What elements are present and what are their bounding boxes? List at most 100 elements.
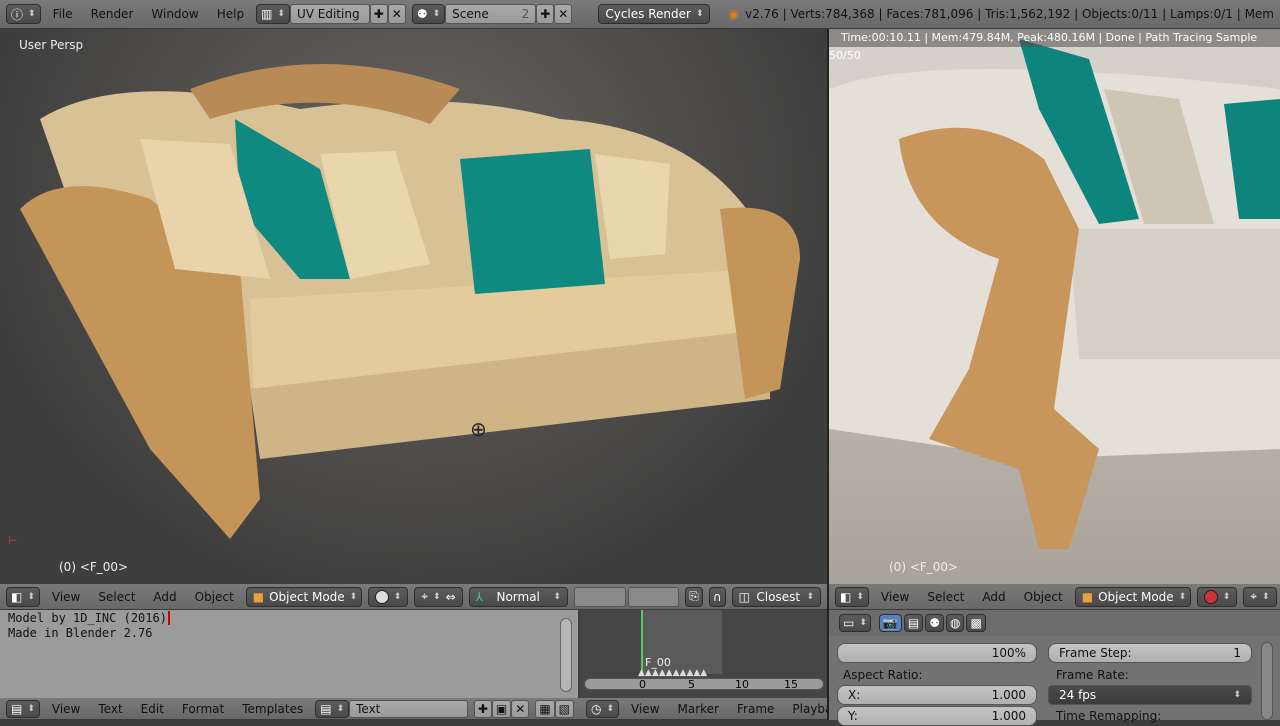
- object-mode-icon: ■: [1081, 589, 1094, 604]
- text-datablock-field[interactable]: Text: [349, 699, 468, 718]
- shading-select-right[interactable]: ⬍: [1196, 586, 1238, 607]
- aspect-x-field[interactable]: X: 1.000: [837, 685, 1037, 705]
- frame-rate-label: Frame Rate:: [1056, 668, 1129, 682]
- word-wrap-toggle[interactable]: ▧: [554, 699, 574, 718]
- timeline[interactable]: F_00 ▲▲▲▲▲▲▲▲▲▲ 0 5 10 15: [580, 610, 827, 698]
- frame-rate-select[interactable]: 24 fps ⬍: [1048, 685, 1252, 705]
- tab-render-layers[interactable]: ▤: [903, 614, 924, 632]
- viewport-header-left: ◧ ⬍ View Select Add Object ■ Object Mode ⬍ …: [0, 584, 827, 610]
- layers-grid[interactable]: [573, 586, 626, 607]
- menu-object[interactable]: Object: [189, 590, 240, 604]
- top-info-header: ⓘ ⬍ File Render Window Help ▥ ⬍ UV Editing…: [0, 0, 1280, 29]
- menu-view-timeline[interactable]: View: [625, 702, 665, 716]
- screen-layout-icon[interactable]: ▥ ⬍: [256, 4, 290, 24]
- text-datablock-icon[interactable]: ▤ ⬍: [315, 699, 350, 718]
- rendered-shading-icon: [1203, 589, 1218, 604]
- shading-select[interactable]: ⬍: [367, 586, 409, 607]
- tab-texture[interactable]: ▩: [966, 614, 986, 632]
- render-engine-select[interactable]: Cycles Render ⬍: [598, 4, 711, 24]
- menu-format[interactable]: Format: [176, 702, 230, 716]
- scene-field[interactable]: Scene 2: [445, 4, 537, 24]
- editor-type-timeline-button[interactable]: ◷ ⬍: [586, 699, 620, 718]
- layers-grid-2[interactable]: [627, 586, 680, 607]
- editor-type-3d-button[interactable]: ◧ ⬍: [6, 586, 40, 607]
- manipulator-icon[interactable]: ⇔: [446, 590, 456, 604]
- editor-type-button[interactable]: ⓘ ⬍: [6, 4, 41, 24]
- menu-text[interactable]: Text: [92, 702, 128, 716]
- properties-scrollbar[interactable]: [1261, 642, 1273, 720]
- resolution-percentage-field[interactable]: 100%: [837, 643, 1037, 663]
- pivot-select[interactable]: ⌖ ⬍ ⇔: [414, 586, 463, 607]
- text-line-2: Made in Blender 2.76: [8, 626, 153, 640]
- menu-select-right[interactable]: Select: [921, 590, 970, 604]
- text-line-1: Model by 1D_INC (2016): [8, 611, 570, 626]
- object-mode-icon: ■: [252, 589, 265, 604]
- scene-icon[interactable]: ⚉ ⬍: [411, 4, 446, 24]
- add-scene-button[interactable]: ✚: [536, 4, 555, 24]
- time-remapping-label: Time Remapping:: [1056, 709, 1162, 723]
- frame-label-right: (0) <F_00>: [889, 560, 959, 574]
- menu-render[interactable]: Render: [85, 7, 140, 21]
- menu-object-right[interactable]: Object: [1018, 590, 1069, 604]
- snap-label: Closest: [756, 589, 801, 604]
- unlink-text-button[interactable]: ✕: [511, 699, 530, 718]
- add-screen-button[interactable]: ✚: [369, 4, 388, 24]
- aspect-y-field[interactable]: Y: 1.000: [837, 706, 1037, 726]
- delete-screen-button[interactable]: ✕: [387, 4, 406, 24]
- 3d-viewport-left[interactable]: User Persp ⊕ ⊢ (0) <F_00>: [0, 29, 827, 584]
- mode-select[interactable]: ■ Object Mode ⬍: [245, 586, 362, 607]
- open-text-button[interactable]: ▣: [491, 699, 512, 718]
- delete-scene-button[interactable]: ✕: [554, 4, 573, 24]
- aspect-ratio-label: Aspect Ratio:: [843, 668, 923, 682]
- lock-layers-button[interactable]: ⎘: [685, 586, 703, 607]
- tab-scene[interactable]: ⚉: [925, 614, 944, 632]
- current-frame-line[interactable]: [641, 610, 643, 676]
- solid-shading-icon: [374, 589, 389, 604]
- scene-users: 2: [521, 7, 530, 21]
- menu-view[interactable]: View: [46, 590, 86, 604]
- properties-editor-type[interactable]: ▭ ⬍: [839, 614, 871, 632]
- timeline-header: ◷⬍ View Marker Frame Playback: [580, 698, 827, 720]
- line-numbers-toggle[interactable]: ▦: [535, 699, 555, 718]
- menu-add-right[interactable]: Add: [976, 590, 1011, 604]
- menu-frame[interactable]: Frame: [731, 702, 780, 716]
- menu-view-text[interactable]: View: [46, 702, 86, 716]
- menu-marker[interactable]: Marker: [672, 702, 725, 716]
- tab-world[interactable]: ◍: [945, 614, 965, 632]
- editor-type-3d-button-right[interactable]: ◧ ⬍: [835, 586, 869, 607]
- menu-edit[interactable]: Edit: [135, 702, 170, 716]
- menu-playback[interactable]: Playback: [786, 702, 827, 716]
- frame-step-field[interactable]: Frame Step: 1: [1048, 643, 1252, 663]
- menu-help[interactable]: Help: [211, 7, 250, 21]
- viewport-header-right: ◧ ⬍ View Select Add Object ■ Object Mode ⬍ …: [829, 584, 1280, 610]
- menu-file[interactable]: File: [47, 7, 79, 21]
- text-editor[interactable]: Model by 1D_INC (2016) Made in Blender 2…: [0, 610, 578, 698]
- keyframes: ▲▲▲▲▲▲▲▲▲▲: [638, 668, 708, 678]
- menu-select[interactable]: Select: [92, 590, 141, 604]
- snap-toggle[interactable]: ∩: [708, 586, 726, 607]
- menu-view-right[interactable]: View: [875, 590, 915, 604]
- menu-window[interactable]: Window: [145, 7, 204, 21]
- snap-element-icon: ◫: [738, 589, 750, 604]
- snap-target-select[interactable]: ◫ Closest ⬍: [731, 586, 821, 607]
- tab-render[interactable]: 📷: [878, 614, 902, 632]
- menu-add[interactable]: Add: [147, 590, 182, 604]
- frame-label: (0) <F_00>: [59, 560, 129, 574]
- pivot-icon: ⌖: [421, 589, 429, 603]
- new-text-button[interactable]: ✚: [473, 699, 492, 718]
- pivot-select-right[interactable]: ⌖ ⬍: [1243, 586, 1277, 607]
- mode-select-right[interactable]: ■ Object Mode ⬍: [1074, 586, 1191, 607]
- tick-10: 10: [735, 678, 749, 691]
- text-editor-header: ▤ ⬍ View Text Edit Format Templates ▤ ⬍ Te…: [0, 698, 580, 720]
- text-cursor: [167, 611, 170, 625]
- orientation-select[interactable]: ⅄ Normal ⬍: [468, 586, 568, 607]
- render-seat: [1069, 229, 1280, 359]
- 3d-viewport-rendered[interactable]: Time:00:10.11 | Mem:479.84M, Peak:480.16…: [829, 29, 1280, 584]
- cube-icon: ◧: [11, 589, 23, 604]
- render-status-bar: Time:00:10.11 | Mem:479.84M, Peak:480.16…: [829, 29, 1280, 62]
- editor-type-text-button[interactable]: ▤ ⬍: [6, 699, 40, 718]
- screen-layout-field[interactable]: UV Editing: [289, 4, 370, 24]
- text-scrollbar[interactable]: [560, 618, 572, 692]
- tick-5: 5: [688, 678, 695, 691]
- menu-templates[interactable]: Templates: [236, 702, 309, 716]
